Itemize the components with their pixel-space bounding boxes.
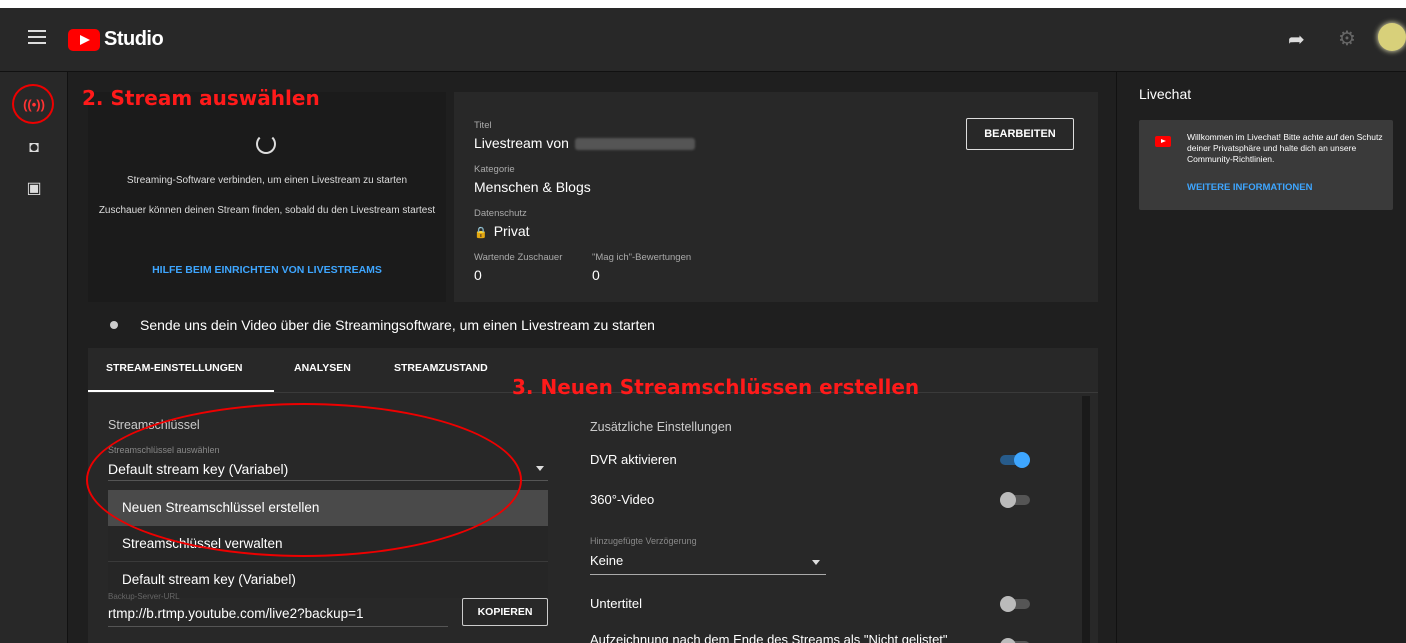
livechat-title: Livechat [1139, 86, 1192, 102]
status-indicator-icon [110, 321, 118, 329]
dvr-toggle[interactable] [1000, 452, 1030, 468]
toggle-knob [1000, 638, 1016, 643]
top-bar: Studio ➦ ⚙ [0, 8, 1406, 72]
stream-info: Titel Livestream von Kategorie Menschen … [454, 92, 1098, 302]
title-text: Livestream von [474, 135, 569, 151]
video-360-toggle[interactable] [1000, 492, 1030, 508]
redacted-name [574, 138, 695, 151]
preview-hint-viewers: Zuschauer können deinen Stream finden, s… [98, 205, 436, 216]
waiting-viewers-label: Wartende Zuschauer [474, 252, 563, 263]
extra-settings-title: Zusätzliche Einstellungen [590, 420, 732, 434]
preview-hint-connect: Streaming-Software verbinden, um einen L… [126, 175, 408, 186]
status-text: Sende uns dein Video über die Streamings… [140, 317, 655, 333]
tab-stream-settings[interactable]: STREAM-EINSTELLUNGEN [106, 362, 243, 374]
video-360-label: 360°-Video [590, 492, 655, 507]
livechat-panel: Livechat ⋮ Willkommen im Livechat! Bitte… [1116, 72, 1406, 643]
lock-icon: 🔒 [474, 227, 488, 239]
dvr-label: DVR aktivieren [590, 452, 677, 467]
camera-icon[interactable]: ◘ [0, 128, 68, 168]
backup-url-field[interactable]: rtmp://b.rtmp.youtube.com/live2?backup=1 [108, 606, 448, 627]
category-value: Menschen & Blogs [474, 179, 591, 195]
annotation-step-3: 3. Neuen Streamschlüssen erstellen [512, 375, 920, 399]
edit-button[interactable]: BEARBEITEN [966, 118, 1074, 150]
copy-button[interactable]: KOPIEREN [462, 598, 548, 626]
gear-icon[interactable]: ⚙ [1338, 26, 1356, 51]
backup-url-label: Backup-Server-URL [108, 592, 180, 601]
privacy-text: Privat [493, 223, 530, 239]
likes-value: 0 [592, 267, 600, 283]
left-nav: ((•)) ◘ ▣ [0, 72, 68, 643]
annotation-step-2: 2. Stream auswählen [82, 86, 320, 110]
delay-label: Hinzugefügte Verzögerung [590, 536, 697, 546]
waiting-viewers-value: 0 [474, 267, 482, 283]
more-info-link[interactable]: WEITERE INFORMATIONEN [1187, 182, 1312, 193]
avatar[interactable] [1378, 23, 1406, 51]
calendar-icon[interactable]: ▣ [0, 168, 68, 208]
loading-spinner-icon [256, 134, 276, 154]
help-setup-link[interactable]: HILFE BEIM EINRICHTEN VON LIVESTREAMS [98, 264, 436, 276]
app-title: Studio [104, 28, 164, 50]
livechat-welcome-card: Willkommen im Livechat! Bitte achte auf … [1139, 120, 1393, 210]
tab-analytics[interactable]: ANALYSEN [294, 362, 351, 374]
studio-logo[interactable]: Studio [68, 28, 164, 51]
toggle-knob [1000, 492, 1016, 508]
likes-label: "Mag ich"-Bewertungen [592, 252, 692, 263]
hamburger-icon[interactable] [28, 30, 46, 44]
title-value: Livestream von [474, 135, 695, 151]
more-options-icon[interactable]: ⋮ [1401, 84, 1406, 101]
privacy-label: Datenschutz [474, 208, 527, 219]
toggle-knob [1000, 596, 1016, 612]
annotation-circle [12, 84, 54, 124]
stream-status: Sende uns dein Video über die Streamings… [88, 302, 1098, 348]
subtitles-label: Untertitel [590, 596, 643, 611]
chevron-down-icon[interactable] [536, 466, 544, 471]
stream-preview: Streaming-Software verbinden, um einen L… [88, 92, 446, 302]
share-arrow-icon[interactable]: ➦ [1288, 27, 1305, 52]
delay-select[interactable]: Keine [590, 553, 826, 575]
youtube-logo-icon [1155, 136, 1171, 147]
title-label: Titel [474, 120, 492, 131]
toggle-knob [1014, 452, 1030, 468]
livechat-welcome-message: Willkommen im Livechat! Bitte achte auf … [1187, 132, 1383, 164]
subtitles-toggle[interactable] [1000, 596, 1030, 612]
tab-stream-health[interactable]: STREAMZUSTAND [394, 362, 488, 374]
youtube-logo-icon [68, 28, 100, 51]
scrollbar[interactable] [1082, 396, 1090, 643]
category-label: Kategorie [474, 164, 515, 175]
privacy-value: 🔒 Privat [474, 223, 530, 239]
chevron-down-icon[interactable] [812, 560, 820, 565]
studio-window: Studio ➦ ⚙ ((•)) ◘ ▣ Streaming-Software … [0, 8, 1406, 643]
annotation-ellipse [86, 403, 522, 557]
unlisted-recording-label: Aufzeichnung nach dem Ende des Streams a… [590, 632, 948, 643]
